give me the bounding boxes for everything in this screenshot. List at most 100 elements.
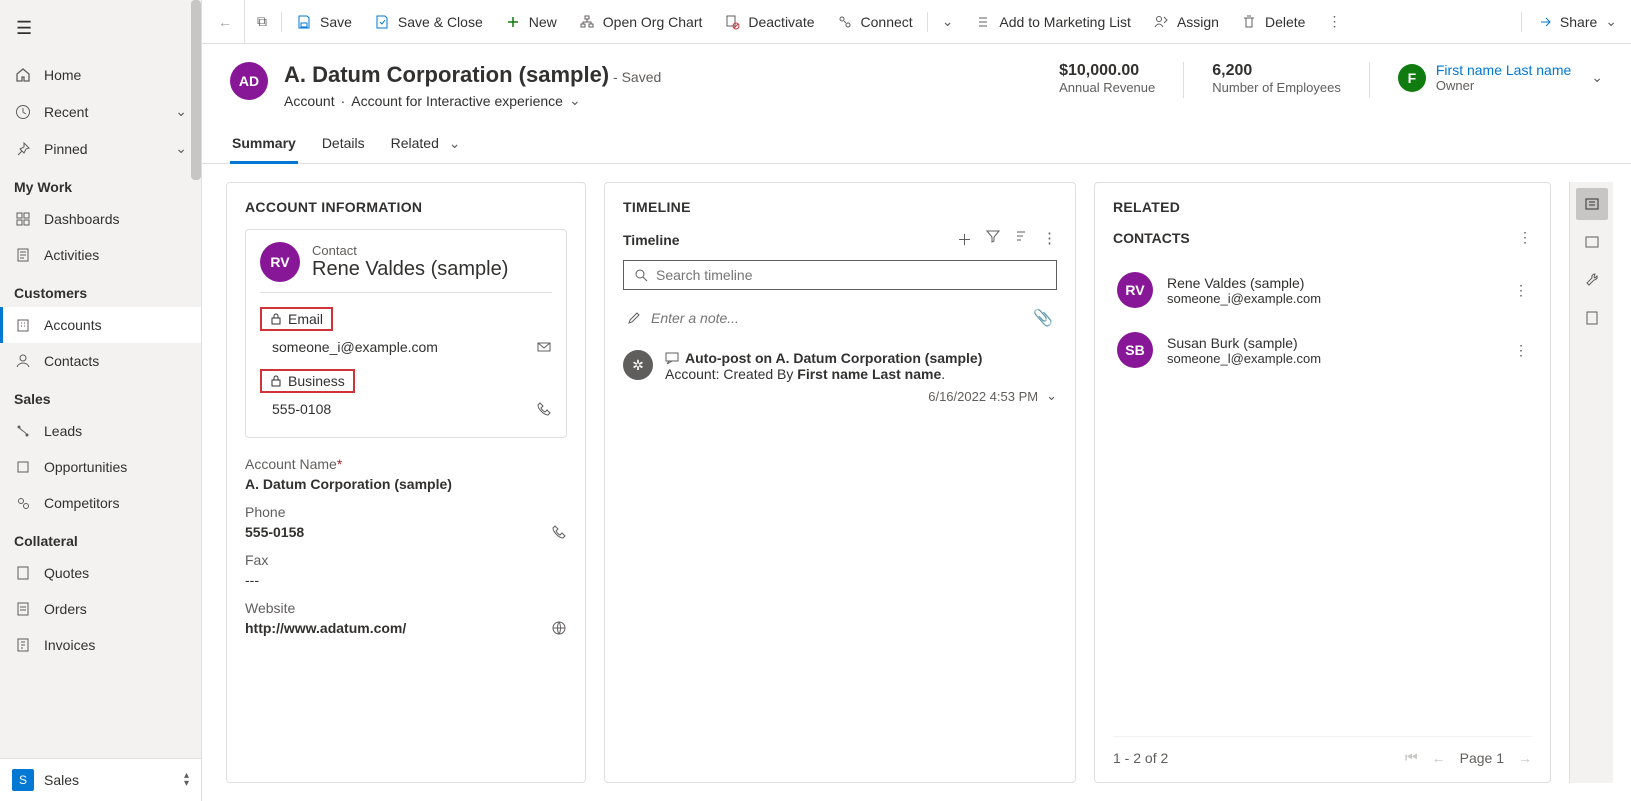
pencil-icon [627, 311, 641, 325]
tab-details[interactable]: Details [320, 125, 367, 163]
pager-page: Page 1 [1460, 750, 1504, 766]
nav-quotes[interactable]: Quotes [0, 555, 201, 591]
nav-home[interactable]: Home [0, 57, 201, 93]
nav-dashboards[interactable]: Dashboards [0, 201, 201, 237]
nav-leads[interactable]: Leads [0, 413, 201, 449]
tab-related[interactable]: Related ⌄ [389, 125, 463, 163]
timeline-note-input[interactable] [651, 310, 1023, 326]
related-contact-row[interactable]: SB Susan Burk (sample) someone_l@example… [1113, 320, 1532, 380]
post-type-icon [665, 351, 679, 365]
nav-contacts[interactable]: Contacts [0, 343, 201, 379]
deactivate-button[interactable]: Deactivate [714, 8, 824, 36]
contact-name: Susan Burk (sample) [1167, 335, 1321, 351]
rail-pane-button[interactable] [1576, 226, 1608, 258]
phone-action-icon[interactable] [551, 524, 567, 540]
contact-avatar: RV [1117, 272, 1153, 308]
new-label: New [529, 14, 557, 30]
account-info-panel: ACCOUNT INFORMATION RV Contact Rene Vald… [226, 182, 586, 783]
back-button[interactable]: ← [206, 0, 245, 43]
contact-business-phone[interactable]: 555-0108 [272, 401, 331, 417]
timeline-search[interactable] [623, 260, 1057, 290]
chevron-down-icon[interactable]: ⌄ [1591, 69, 1603, 86]
deactivate-label: Deactivate [748, 14, 814, 30]
nav-pinned-label: Pinned [44, 141, 88, 157]
pager-prev[interactable]: ← [1432, 750, 1446, 766]
org-chart-button[interactable]: Open Org Chart [569, 8, 713, 36]
nav-recent[interactable]: Recent ⌄ [0, 93, 201, 130]
hamburger-icon[interactable]: ☰ [0, 10, 201, 47]
row-more-button[interactable]: ⋮ [1514, 342, 1528, 359]
nav-competitors[interactable]: Competitors [0, 485, 201, 521]
contact-avatar: RV [260, 242, 300, 282]
timeline-post-time: 6/16/2022 4:53 PM [928, 389, 1038, 404]
connect-dropdown[interactable]: ⌄ [932, 7, 964, 36]
timeline-note-row[interactable]: 📎 [623, 300, 1057, 336]
overflow-button[interactable]: ⋮ [1317, 7, 1351, 36]
org-chart-icon [579, 14, 595, 30]
delete-button[interactable]: Delete [1231, 8, 1315, 36]
nav-opportunities[interactable]: Opportunities [0, 449, 201, 485]
marketing-label: Add to Marketing List [999, 14, 1131, 30]
chevron-down-icon[interactable]: ⌄ [569, 92, 581, 109]
tab-summary[interactable]: Summary [230, 125, 298, 164]
share-icon [1536, 14, 1552, 30]
chevron-down-icon: ⌄ [449, 135, 461, 151]
contacts-range: 1 - 2 of 2 [1113, 750, 1168, 766]
nav-orders[interactable]: Orders [0, 591, 201, 627]
nav-invoices[interactable]: Invoices [0, 627, 201, 663]
contact-email[interactable]: someone_i@example.com [272, 339, 438, 355]
rail-wrench-button[interactable] [1576, 264, 1608, 296]
row-more-button[interactable]: ⋮ [1514, 282, 1528, 299]
related-more-button[interactable]: ⋮ [1518, 229, 1532, 246]
marketing-list-button[interactable]: Add to Marketing List [965, 8, 1141, 36]
phone-action-icon[interactable] [536, 401, 552, 417]
timeline-filter-button[interactable] [986, 229, 1000, 250]
pager-first[interactable]: ⏮ [1405, 749, 1418, 766]
updown-icon: ▴▾ [184, 772, 189, 788]
timeline-post[interactable]: ✲ Auto-post on A. Datum Corporation (sam… [623, 336, 1057, 418]
timeline-sort-button[interactable] [1014, 229, 1028, 250]
nav-activities[interactable]: Activities [0, 237, 201, 273]
save-button[interactable]: Save [286, 8, 362, 36]
timeline-search-input[interactable] [656, 267, 1046, 283]
contact-name[interactable]: Rene Valdes (sample) [312, 258, 508, 281]
attach-icon[interactable]: 📎 [1033, 308, 1053, 328]
timeline-add-button[interactable]: ＋ [957, 229, 972, 250]
fax-field[interactable]: --- [245, 572, 567, 588]
globe-icon[interactable] [551, 620, 567, 636]
area-switcher[interactable]: S Sales ▴▾ [0, 758, 201, 801]
nav-competitors-label: Competitors [44, 495, 119, 511]
leads-icon [14, 423, 32, 439]
website-field[interactable]: http://www.adatum.com/ [245, 620, 567, 636]
sidebar-scrollbar[interactable] [191, 0, 201, 180]
trash-icon [1241, 14, 1257, 30]
connect-button[interactable]: Connect [827, 8, 923, 36]
assign-button[interactable]: Assign [1143, 8, 1229, 36]
popout-button[interactable]: ⧉ [247, 7, 277, 36]
nav-accounts[interactable]: Accounts [0, 307, 201, 343]
rail-doc-button[interactable] [1576, 302, 1608, 334]
pager-next[interactable]: → [1518, 750, 1532, 766]
rail-related-button[interactable] [1576, 188, 1608, 220]
metric-revenue[interactable]: $10,000.00 Annual Revenue [1059, 62, 1155, 95]
related-contact-row[interactable]: RV Rene Valdes (sample) someone_i@exampl… [1113, 260, 1532, 320]
share-button[interactable]: Share ⌄ [1526, 7, 1627, 36]
new-button[interactable]: New [495, 8, 567, 36]
entity-type: Account [284, 93, 335, 109]
search-icon [634, 268, 648, 282]
owner-field[interactable]: F First name Last name Owner ⌄ [1398, 62, 1603, 93]
save-status: - Saved [613, 69, 661, 85]
account-name-label: Account Name [245, 456, 337, 472]
save-close-button[interactable]: Save & Close [364, 8, 493, 36]
nav-pinned[interactable]: Pinned ⌄ [0, 130, 201, 167]
timeline-post-prefix: Account: Created By [665, 366, 797, 382]
phone-field[interactable]: 555-0158 [245, 524, 567, 540]
contact-name: Rene Valdes (sample) [1167, 275, 1321, 291]
chevron-down-icon: ⌄ [175, 103, 187, 120]
account-name-field[interactable]: A. Datum Corporation (sample) [245, 476, 567, 492]
employees-label: Number of Employees [1212, 80, 1341, 95]
chevron-down-icon[interactable]: ⌄ [1046, 388, 1057, 404]
metric-employees[interactable]: 6,200 Number of Employees [1212, 62, 1341, 95]
timeline-more-button[interactable]: ⋮ [1042, 229, 1057, 250]
email-action-icon[interactable] [536, 339, 552, 355]
